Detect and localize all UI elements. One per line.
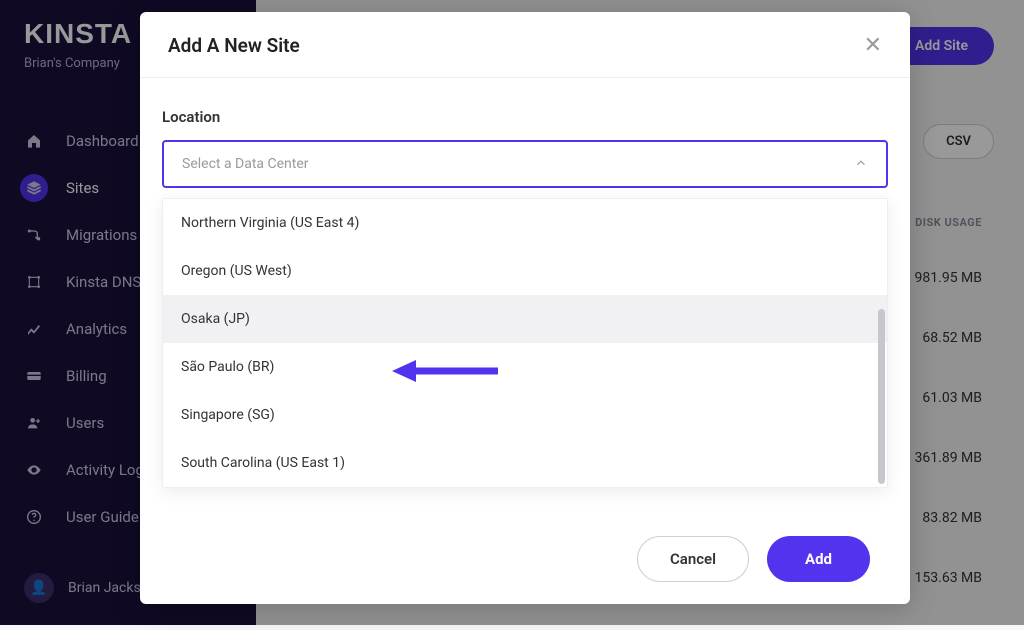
data-center-select[interactable]: Select a Data Center: [162, 140, 888, 188]
data-center-option[interactable]: Oregon (US West): [163, 247, 887, 295]
data-center-option[interactable]: South Carolina (US East 1): [163, 439, 887, 487]
add-button[interactable]: Add: [767, 536, 870, 582]
select-placeholder: Select a Data Center: [182, 156, 309, 172]
scrollbar-thumb[interactable]: [878, 309, 885, 484]
modal-body: Location Select a Data Center Northern V…: [140, 78, 910, 516]
add-site-modal: Add A New Site ✕ Location Select a Data …: [140, 12, 910, 604]
data-center-option[interactable]: Northern Virginia (US East 4): [163, 199, 887, 247]
data-center-option[interactable]: Osaka (JP): [163, 295, 887, 343]
modal-title: Add A New Site: [168, 34, 300, 57]
chevron-up-icon: [854, 155, 868, 174]
location-label: Location: [162, 108, 888, 126]
data-center-option[interactable]: Singapore (SG): [163, 391, 887, 439]
modal-footer: Cancel Add: [140, 516, 910, 604]
cancel-button[interactable]: Cancel: [637, 536, 749, 582]
data-center-dropdown: Northern Virginia (US East 4)Oregon (US …: [162, 198, 888, 488]
modal-header: Add A New Site ✕: [140, 12, 910, 78]
data-center-option[interactable]: São Paulo (BR): [163, 343, 887, 391]
close-icon[interactable]: ✕: [864, 35, 882, 57]
